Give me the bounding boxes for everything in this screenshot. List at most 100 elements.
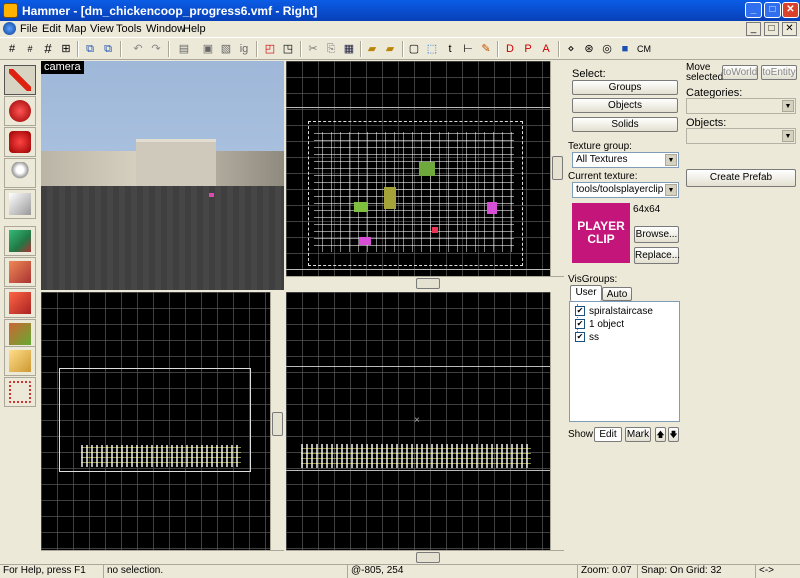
doc-minimize-button[interactable]: _ (746, 22, 761, 36)
current-texture-select[interactable]: tools/toolsplayerclip ▼ (572, 182, 679, 198)
menu-help[interactable]: Help (183, 23, 206, 35)
magnify-tool-button[interactable] (4, 96, 36, 126)
cordon-icon[interactable]: A (538, 41, 554, 57)
objects-select[interactable]: ▼ (686, 128, 796, 144)
vertex-tool-button[interactable] (4, 346, 36, 376)
document-globe-icon[interactable] (3, 22, 16, 35)
vmf-icon[interactable]: ✎ (478, 41, 494, 57)
visgroup-item[interactable]: ✔ 1 object (575, 319, 624, 331)
ignore-group-icon[interactable]: ig (236, 41, 252, 57)
minimize-button[interactable]: _ (745, 2, 762, 18)
grid-large-icon[interactable]: # (40, 41, 56, 57)
hide-icon[interactable]: ◰ (262, 41, 278, 57)
overlay-tool-button[interactable] (4, 288, 36, 318)
close-button[interactable]: ✕ (782, 2, 799, 18)
select-by-handle-icon[interactable]: ⬚ (424, 41, 440, 57)
side-vertical-scrollbar[interactable] (550, 292, 564, 550)
front-horizontal-scrollbar[interactable] (41, 550, 284, 564)
side-grid: × (286, 292, 550, 550)
grid-toggle-icon[interactable]: ⊞ (58, 41, 74, 57)
cut-icon[interactable]: ✂ (305, 41, 321, 57)
replace-button[interactable]: Replace... (634, 247, 680, 264)
maximize-button[interactable]: □ (764, 2, 781, 18)
menu-tools[interactable]: Tools (116, 23, 142, 35)
top-horizontal-scrollbar[interactable] (286, 276, 564, 290)
tab-auto[interactable]: Auto (602, 287, 632, 301)
side-viewport[interactable]: × (286, 292, 564, 564)
side-horizontal-scrollbar[interactable] (286, 550, 564, 564)
menu-window[interactable]: Window (146, 23, 185, 35)
texture-lock-scale-icon[interactable]: ▰ (382, 41, 398, 57)
apply-decal-button[interactable] (4, 257, 36, 287)
group-selection-icon[interactable]: ▧ (218, 41, 234, 57)
run-map-icon[interactable]: D (502, 41, 518, 57)
scroll-thumb[interactable] (272, 412, 283, 436)
select-groups-button[interactable]: Groups (572, 80, 678, 95)
checkbox-icon[interactable]: ✔ (575, 319, 585, 330)
title-bar[interactable]: Hammer - [dm_chickencoop_progress6.vmf -… (0, 0, 800, 21)
copy-icon[interactable]: ⎘ (323, 41, 339, 57)
scroll-thumb[interactable] (416, 552, 440, 563)
camera-icon[interactable]: ⊛ (581, 41, 597, 57)
unhide-icon[interactable]: ◳ (280, 41, 296, 57)
clipping-tool-button[interactable] (4, 319, 36, 349)
move-up-icon[interactable]: 🡅 (655, 427, 666, 442)
to-world-button[interactable]: toWorld (722, 65, 758, 80)
scroll-thumb[interactable] (416, 278, 440, 289)
create-prefab-button[interactable]: Create Prefab (686, 169, 796, 187)
selection-tool-button[interactable] (4, 65, 36, 95)
front-viewport[interactable] (41, 292, 284, 564)
menu-file[interactable]: File (20, 23, 38, 35)
path-tool-button[interactable] (4, 377, 36, 407)
menu-edit[interactable]: Edit (42, 23, 61, 35)
ungroup-icon[interactable]: ⧉ (100, 41, 116, 57)
make-hollow-icon[interactable]: ▣ (200, 41, 216, 57)
top-vertical-scrollbar[interactable] (550, 61, 564, 276)
front-vertical-scrollbar[interactable] (270, 292, 284, 550)
texture-tool-button[interactable] (4, 226, 36, 256)
scroll-thumb[interactable] (552, 156, 563, 180)
paste-icon[interactable]: ▦ (341, 41, 357, 57)
entity-tool-button[interactable] (4, 158, 36, 188)
visgroup-item[interactable]: ✔ ss (575, 332, 599, 344)
redo-icon[interactable]: ↷ (148, 41, 164, 57)
edit-button[interactable]: Edit (594, 427, 622, 442)
doc-restore-button[interactable]: □ (764, 22, 779, 36)
categories-select[interactable]: ▼ (686, 98, 796, 114)
carve-icon[interactable]: ▤ (176, 41, 192, 57)
grid-icon[interactable]: # (4, 41, 20, 57)
map-geometry-side (301, 444, 531, 468)
visgroup-item[interactable]: ✔ spiralstaircase (575, 306, 653, 318)
checkbox-icon[interactable]: ✔ (575, 306, 585, 317)
undo-icon[interactable]: ↶ (130, 41, 146, 57)
visgroups-list[interactable]: ✔ spiralstaircase ✔ 1 object ✔ ss (569, 301, 680, 422)
display-icon[interactable]: ◎ (599, 41, 615, 57)
grid-small-icon[interactable]: # (22, 41, 38, 57)
block-tool-button[interactable] (4, 189, 36, 219)
selection-box-icon[interactable]: ▢ (406, 41, 422, 57)
move-down-icon[interactable]: 🡇 (668, 427, 679, 442)
tab-user[interactable]: User (570, 285, 602, 301)
flip-icon[interactable]: ⊢ (460, 41, 476, 57)
doc-close-button[interactable]: ✕ (782, 22, 797, 36)
menu-map[interactable]: Map (65, 23, 86, 35)
to-entity-button[interactable]: toEntity (761, 65, 797, 80)
ruler-icon[interactable]: ⋄ (563, 41, 579, 57)
editor-icon[interactable]: t (442, 41, 458, 57)
camera-viewport[interactable]: camera (41, 61, 284, 290)
camera-tool-button[interactable] (4, 127, 36, 157)
browse-button[interactable]: Browse... (634, 226, 679, 243)
render-icon[interactable]: P (520, 41, 536, 57)
mark-button[interactable]: Mark (625, 427, 651, 442)
top-viewport[interactable] (286, 61, 564, 290)
cubemap-icon[interactable]: ■ (617, 41, 633, 57)
select-solids-button[interactable]: Solids (572, 117, 678, 132)
cm-button[interactable]: CM (635, 41, 653, 57)
group-icon[interactable]: ⧉ (82, 41, 98, 57)
menu-view[interactable]: View (90, 23, 114, 35)
texture-group-select[interactable]: All Textures ▼ (572, 152, 679, 168)
select-objects-button[interactable]: Objects (572, 98, 678, 113)
checkbox-icon[interactable]: ✔ (575, 332, 585, 343)
texture-lock-icon[interactable]: ▰ (364, 41, 380, 57)
texture-preview[interactable]: PLAYER CLIP (572, 203, 630, 263)
